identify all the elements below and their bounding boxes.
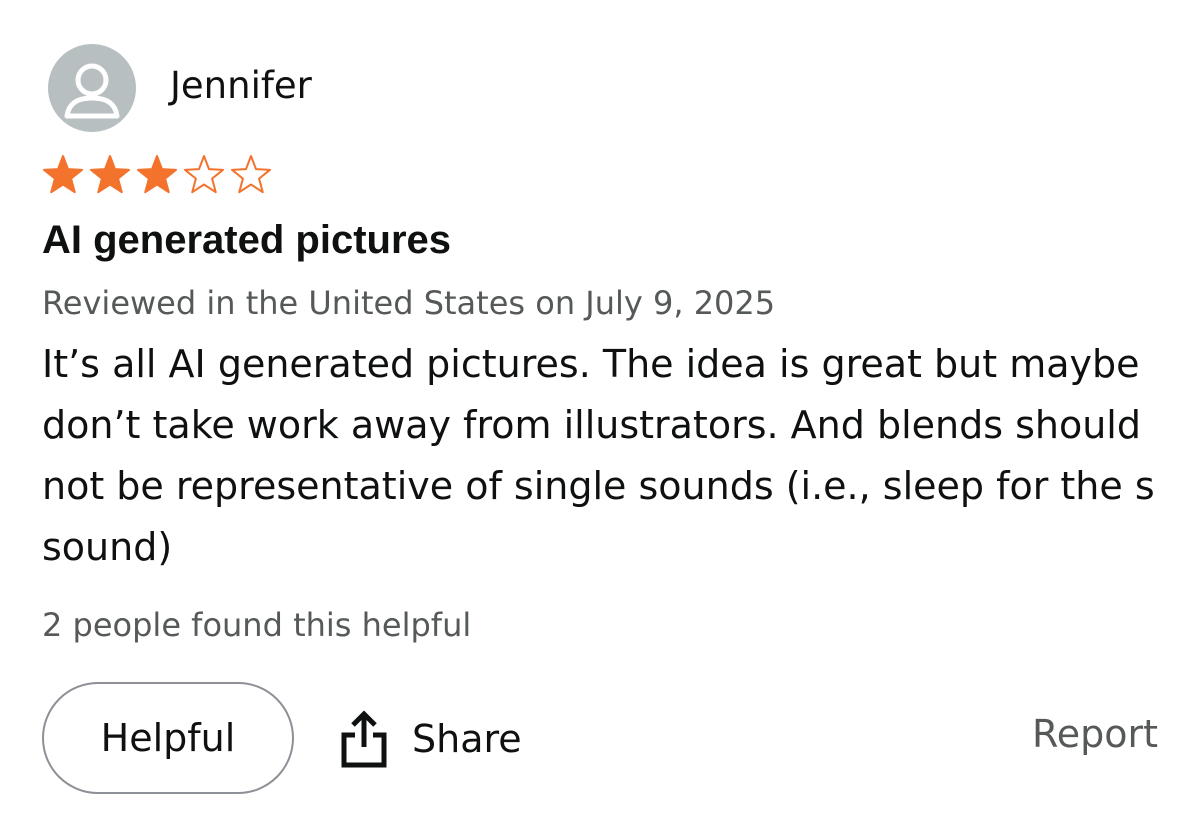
review-title: AI generated pictures — [42, 218, 452, 262]
star-filled-icon — [42, 155, 84, 194]
customer-review: Jennifer AI generated pictures Reviewed … — [0, 0, 1200, 837]
review-meta: Reviewed in the United States on July 9,… — [42, 284, 776, 322]
reviewer-name: Jennifer — [170, 63, 312, 107]
star-empty-icon — [230, 155, 272, 194]
helpful-button-label: Helpful — [100, 716, 236, 760]
share-button[interactable]: Share — [338, 704, 522, 774]
star-empty-icon — [183, 155, 225, 194]
share-icon — [341, 710, 387, 768]
user-silhouette-icon — [64, 63, 120, 119]
reviewer-profile[interactable]: Jennifer — [48, 44, 312, 132]
star-filled-icon — [136, 155, 178, 194]
helpful-button[interactable]: Helpful — [42, 682, 294, 794]
avatar — [48, 44, 136, 132]
helpful-count: 2 people found this helpful — [42, 606, 472, 644]
share-button-label: Share — [412, 717, 522, 761]
star-filled-icon — [89, 155, 131, 194]
review-actions: Helpful Share Report — [42, 682, 1158, 798]
report-link[interactable]: Report — [1032, 712, 1158, 756]
star-rating — [40, 152, 274, 198]
review-body: It’s all AI generated pictures. The idea… — [42, 342, 1155, 569]
